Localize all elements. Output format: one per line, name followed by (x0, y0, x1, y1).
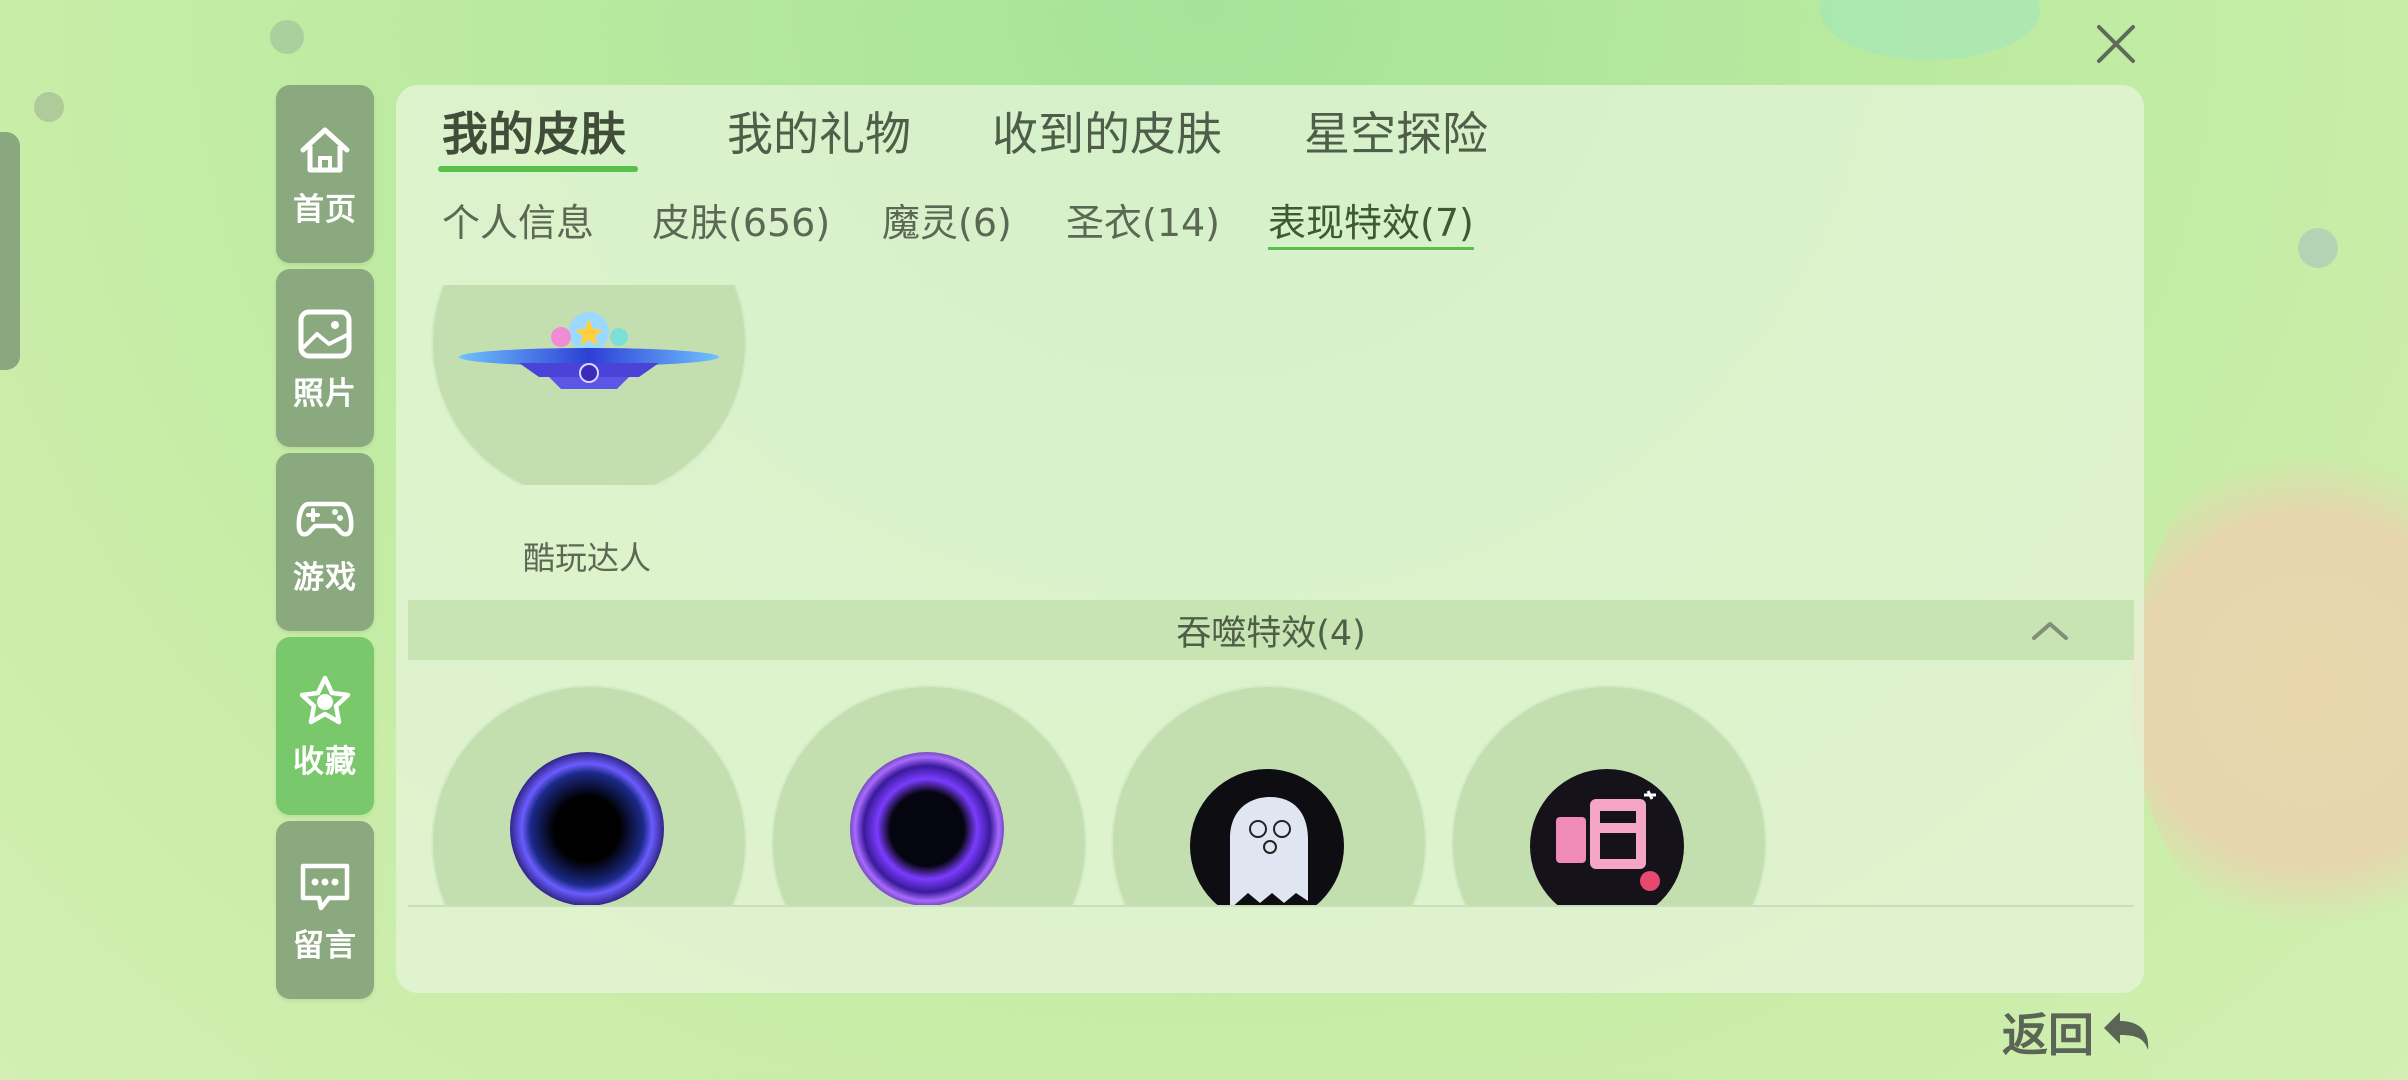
subtab-spirits[interactable]: 魔灵(6) (882, 197, 1012, 249)
section-items-viewport (408, 685, 2134, 905)
effect-item[interactable] (1451, 685, 1767, 905)
star-icon (299, 675, 351, 724)
effect-item[interactable] (771, 685, 1087, 905)
tab-my-gifts[interactable]: 我的礼物 (727, 103, 911, 165)
subtab-effects[interactable]: 表现特效(7) (1268, 197, 1474, 249)
sidebar-item-label: 留言 (293, 927, 357, 964)
ghost-icon (1190, 769, 1344, 905)
background-dot (34, 92, 64, 122)
side-drawer-handle[interactable] (0, 132, 20, 370)
sidebar-item-home[interactable]: 首页 (276, 85, 374, 263)
violet-ring-icon (850, 752, 1004, 905)
back-arrow-icon (2104, 1012, 2149, 1050)
back-button[interactable]: 返回 (2002, 1000, 2154, 1064)
background-dot (2298, 228, 2338, 268)
tab-my-skins[interactable]: 我的皮肤 (442, 103, 626, 165)
background-dot (270, 20, 304, 54)
back-label: 返回 (2002, 1008, 2094, 1062)
background-blob-mint (1820, 0, 2040, 60)
section-devour-effects-header[interactable]: 吞噬特效(4) (408, 600, 2134, 660)
purple-vortex-icon (510, 752, 664, 905)
sidebar-item-label: 游戏 (293, 559, 357, 596)
sidebar-item-games[interactable]: 游戏 (276, 453, 374, 631)
active-tab-indicator (438, 166, 638, 172)
subtab-profile[interactable]: 个人信息 (442, 197, 594, 249)
sidebar-item-favorites[interactable]: 收藏 (276, 637, 374, 815)
background-blob-peach (2130, 430, 2408, 950)
sidebar-item-label: 收藏 (293, 743, 357, 780)
home-icon (300, 127, 350, 172)
main-panel: 我的皮肤 我的礼物 收到的皮肤 星空探险 个人信息 皮肤(656) 魔灵(6) … (396, 85, 2144, 993)
section-bottom-divider (408, 905, 2134, 907)
message-icon (300, 863, 350, 910)
effect-item[interactable] (431, 685, 747, 905)
tab-star-adventure[interactable]: 星空探险 (1304, 103, 1488, 165)
active-subtab-indicator (1268, 247, 1474, 250)
photo-icon (298, 309, 352, 358)
subtab-skins[interactable]: 皮肤(656) (652, 197, 830, 249)
close-icon (2097, 25, 2135, 63)
sidebar-item-label: 照片 (293, 375, 357, 412)
effect-item-cool-player[interactable] (431, 285, 747, 485)
sidebar-item-photos[interactable]: 照片 (276, 269, 374, 447)
subtab-armor[interactable]: 圣衣(14) (1066, 197, 1220, 249)
chevron-up-icon[interactable] (2030, 616, 2070, 644)
item-label: 酷玩达人 (522, 539, 651, 577)
effect-item[interactable] (1111, 685, 1427, 905)
tab-received-skins[interactable]: 收到的皮肤 (992, 103, 1222, 165)
gamepad-icon (296, 501, 354, 536)
top-item-clip (396, 285, 816, 485)
close-button[interactable] (2088, 16, 2144, 72)
section-title: 吞噬特效(4) (1176, 613, 1366, 654)
sidebar-item-label: 首页 (293, 191, 357, 228)
sidebar-item-messages[interactable]: 留言 (276, 821, 374, 999)
pink-text-sticker-icon (1530, 769, 1684, 905)
ufo-badge-icon (459, 312, 719, 389)
